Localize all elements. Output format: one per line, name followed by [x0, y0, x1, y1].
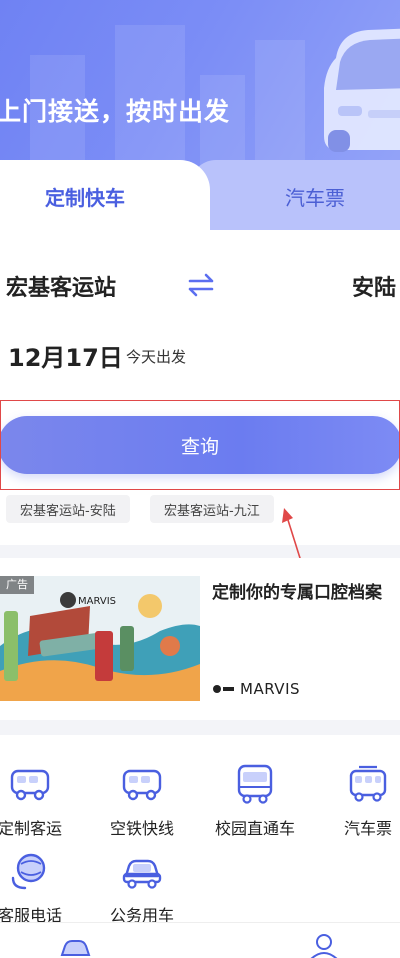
service-label: 校园直通车 [214, 819, 295, 838]
trip-search-card: 宏基客运站 安陆 12月17日 今天出发 查询 宏基客运站-安陆 宏基客运站-九… [0, 230, 400, 545]
service-label: 定制客运 [0, 819, 62, 838]
service-bus-ticket[interactable]: 汽车票 [318, 763, 400, 839]
ad-brand: MARVIS [240, 680, 301, 698]
phone-globe-icon [11, 853, 46, 890]
promo-banner[interactable]: 上门接送，按时出发 [0, 0, 400, 175]
van-illustration-icon [324, 28, 400, 152]
coach-icon [349, 765, 387, 802]
car-icon [122, 859, 162, 889]
van-icon [122, 769, 162, 801]
app-screen: 上门接送，按时出发 汽车票 定制快车 宏基客运站 安陆 12月17日 今天出发 … [0, 0, 400, 958]
search-button[interactable]: 查询 [0, 416, 400, 474]
arrival-station[interactable]: 安陆 [352, 270, 396, 302]
ad-image-brand: MARVIS [78, 596, 116, 607]
ad-image[interactable]: MARVIS [0, 576, 200, 701]
service-grid: 定制客运 空铁快线 校园直通车 汽车票 客服电话 公务用车 [0, 735, 400, 935]
divider [0, 400, 400, 401]
history-chip[interactable]: 宏基客运站-九江 [150, 495, 274, 523]
service-hotline[interactable]: 客服电话 [0, 850, 80, 926]
mode-tabs: 汽车票 定制快车 [0, 160, 400, 232]
ad-card[interactable]: 广告 MARVIS 定制你的专属口腔档案 MARVIS [0, 558, 400, 720]
banner-building [255, 40, 305, 175]
tab-bus-ticket[interactable]: 汽车票 [190, 160, 400, 232]
marvis-logo-icon [213, 685, 234, 693]
ad-headline: 定制你的专属口腔档案 [212, 583, 382, 603]
banner-slogan: 上门接送，按时出发 [0, 97, 231, 126]
departure-station[interactable]: 宏基客运站 [6, 270, 116, 302]
departure-date[interactable]: 12月17日 [8, 338, 123, 373]
service-label: 空铁快线 [109, 819, 174, 838]
nav-home-car-icon[interactable] [58, 937, 92, 958]
tab-custom-express-label: 定制快车 [45, 185, 125, 210]
service-airport-rail[interactable]: 空铁快线 [92, 763, 192, 839]
bottom-nav [0, 922, 400, 958]
service-official-car[interactable]: 公务用车 [92, 850, 192, 926]
nav-profile-icon[interactable] [308, 933, 340, 958]
tab-bus-ticket-label: 汽车票 [285, 185, 345, 210]
service-custom-coach[interactable]: 定制客运 [0, 763, 80, 839]
van-icon [10, 769, 50, 801]
ad-brand-row: MARVIS [212, 680, 300, 698]
service-campus-shuttle[interactable]: 校园直通车 [205, 763, 305, 839]
tab-custom-express[interactable]: 定制快车 [0, 160, 210, 232]
ad-tag: 广告 [0, 576, 34, 594]
history-chip[interactable]: 宏基客运站-安陆 [6, 495, 130, 523]
departure-date-hint: 今天出发 [126, 348, 187, 366]
service-label: 汽车票 [343, 819, 392, 838]
swap-icon[interactable] [186, 272, 216, 298]
search-button-label: 查询 [180, 435, 219, 458]
bus-icon [237, 764, 273, 804]
